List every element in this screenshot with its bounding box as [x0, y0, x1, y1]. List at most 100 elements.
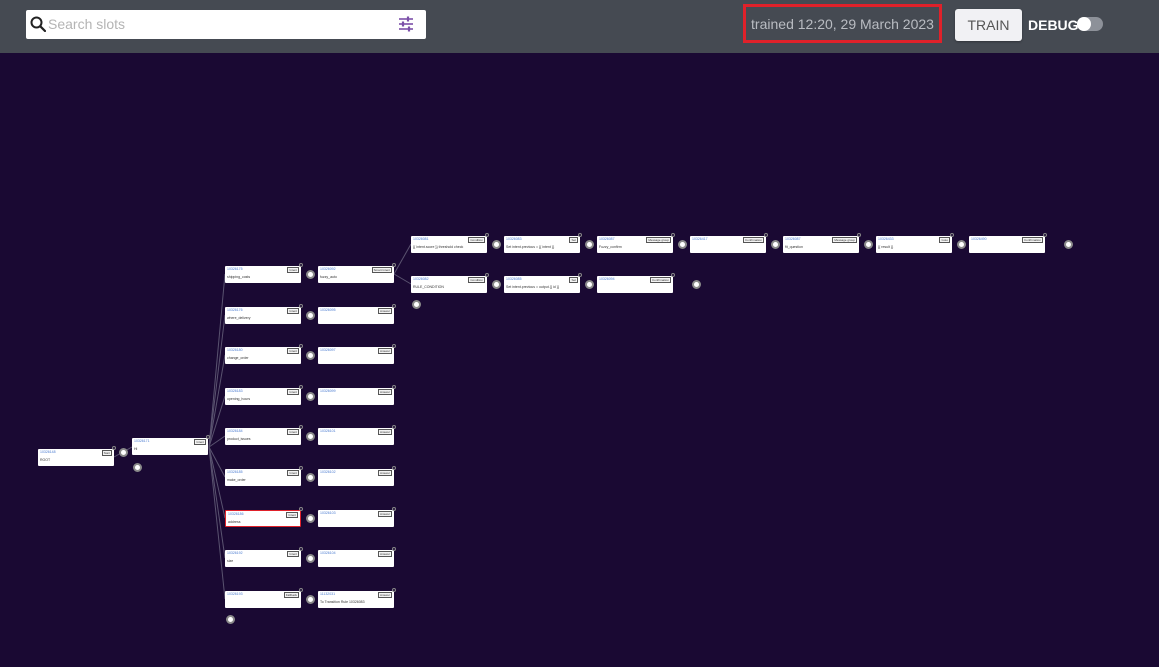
filter-sliders-icon[interactable] [398, 16, 414, 32]
add-circle-icon[interactable] [306, 270, 315, 279]
add-circle-icon[interactable] [492, 280, 501, 289]
flow-node-next[interactable]: 10326099 Answer [318, 388, 394, 405]
flow-node-slot[interactable]: 10326183 Intent opening_hours [225, 388, 301, 405]
flow-canvas[interactable]: 10326148 Start ROOT 10326171 Intent Hi 1032617… [0, 53, 1159, 667]
flow-node-next[interactable]: 10326101 Answer [318, 428, 394, 445]
add-circle-icon[interactable] [119, 448, 128, 457]
node-handle[interactable] [485, 273, 489, 277]
node-handle[interactable] [578, 233, 582, 237]
node-handle[interactable] [1043, 233, 1047, 237]
connector-line [393, 273, 412, 285]
node-handle[interactable] [299, 304, 303, 308]
node-handle[interactable] [299, 466, 303, 470]
trained-timestamp: trained 12:20, 29 March 2023 [751, 15, 934, 32]
flow-node-next[interactable]: 11132031 Answer To Transition Rule 1032608… [318, 591, 394, 608]
add-circle-icon[interactable] [306, 595, 315, 604]
flow-node-next[interactable]: 10326103 Answer [318, 510, 394, 527]
flow-node-slot[interactable]: 10326176 Intent where_delivery [225, 307, 301, 324]
flow-node-chain[interactable]: 10326417 Confirmation [690, 236, 766, 253]
node-id: 10326081 [413, 237, 429, 241]
add-circle-icon[interactable] [678, 240, 687, 249]
add-circle-icon[interactable] [306, 514, 315, 523]
node-handle[interactable] [578, 273, 582, 277]
connector-line [208, 354, 226, 448]
node-id: 10326095 [320, 308, 336, 312]
flow-node-next[interactable]: 10326092 Smart Intent fuzzy_auto [318, 266, 394, 283]
flow-node-next[interactable]: 10326102 Answer [318, 469, 394, 486]
node-handle[interactable] [392, 344, 396, 348]
add-circle-icon[interactable] [692, 280, 701, 289]
node-handle[interactable] [950, 233, 954, 237]
node-handle[interactable] [671, 233, 675, 237]
node-handle[interactable] [112, 446, 116, 450]
flow-node-next[interactable]: 10326095 Answer [318, 307, 394, 324]
flow-node-chain[interactable]: 10326087 Message group Fuzzy_confirm [597, 236, 673, 253]
add-circle-icon[interactable] [306, 392, 315, 401]
flow-node-chain[interactable]: 10326082 Condition RULE_CONDITION [411, 276, 487, 293]
add-circle-icon[interactable] [864, 240, 873, 249]
add-circle-icon[interactable] [957, 240, 966, 249]
node-handle[interactable] [392, 385, 396, 389]
node-handle[interactable] [299, 263, 303, 267]
flow-node-chain[interactable]: 10326087 Message group fit_question [783, 236, 859, 253]
node-handle[interactable] [671, 273, 675, 277]
add-circle-icon[interactable] [585, 240, 594, 249]
node-handle[interactable] [392, 507, 396, 511]
flow-node-next[interactable]: 10326097 Answer [318, 347, 394, 364]
search-input[interactable] [48, 13, 388, 35]
node-handle[interactable] [392, 304, 396, 308]
debug-toggle[interactable] [1077, 17, 1103, 31]
node-handle[interactable] [299, 385, 303, 389]
flow-node-chain[interactable]: 10326433 Goto {{ result }} [876, 236, 952, 253]
flow-node-slot[interactable]: 10326175 Intent shipping_costs [225, 266, 301, 283]
node-handle[interactable] [764, 233, 768, 237]
node-handle[interactable] [299, 344, 303, 348]
node-handle[interactable] [485, 233, 489, 237]
flow-node-root[interactable]: 10326148 Start ROOT [38, 449, 114, 466]
add-circle-icon[interactable] [492, 240, 501, 249]
flow-node-chain[interactable]: 10326081 Condition {{ intent.score }} thre… [411, 236, 487, 253]
node-type-badge: Intent [287, 429, 299, 435]
node-handle[interactable] [299, 507, 303, 511]
add-circle-icon[interactable] [306, 432, 315, 441]
flow-connectors [113, 243, 412, 600]
node-handle[interactable] [299, 547, 303, 551]
node-handle[interactable] [299, 588, 303, 592]
flow-node-slot[interactable]: 10326185 Intent make_order [225, 469, 301, 486]
node-handle[interactable] [392, 425, 396, 429]
node-handle[interactable] [299, 425, 303, 429]
flow-node-slot[interactable]: 10326184 Intent product_issues [225, 428, 301, 445]
node-handle[interactable] [392, 466, 396, 470]
add-circle-icon[interactable] [226, 615, 235, 624]
node-id: 10326186 [228, 512, 244, 516]
node-type-badge: Answer [377, 389, 392, 395]
flow-node-chain[interactable]: 10326490 Confirmation [969, 236, 1045, 253]
node-handle[interactable] [392, 263, 396, 267]
add-circle-icon[interactable] [306, 554, 315, 563]
add-circle-icon[interactable] [306, 351, 315, 360]
flow-node-slot[interactable]: 10326186 Intent address [225, 510, 301, 527]
add-circle-icon[interactable] [133, 463, 142, 472]
add-circle-icon[interactable] [306, 473, 315, 482]
node-handle[interactable] [206, 435, 210, 439]
flow-node-chain[interactable]: 10326094 Confirmation [597, 276, 673, 293]
flow-node-hub[interactable]: 10326171 Intent Hi [132, 438, 208, 455]
flow-node-next[interactable]: 10326104 Answer [318, 550, 394, 567]
flow-node-slot[interactable]: 10326180 Intent change_order [225, 347, 301, 364]
flow-node-slot[interactable]: 10326192 Intent size [225, 550, 301, 567]
node-handle[interactable] [857, 233, 861, 237]
train-button[interactable]: TRAIN [955, 9, 1022, 41]
search-box[interactable] [26, 10, 426, 39]
add-circle-icon[interactable] [771, 240, 780, 249]
add-circle-icon[interactable] [585, 280, 594, 289]
add-circle-icon[interactable] [412, 300, 421, 309]
node-label: shipping_costs [227, 275, 251, 279]
node-handle[interactable] [392, 588, 396, 592]
node-handle[interactable] [392, 547, 396, 551]
add-circle-icon[interactable] [306, 311, 315, 320]
flow-node-chain[interactable]: 10326083 Set Set intent.previous = {{ inte… [504, 236, 580, 253]
add-circle-icon[interactable] [1064, 240, 1073, 249]
node-type-badge: Condition [468, 237, 485, 243]
flow-node-slot[interactable]: 10326193 Fallback [225, 591, 301, 608]
flow-node-chain[interactable]: 10326085 Set Set intent.previous = output … [504, 276, 580, 293]
